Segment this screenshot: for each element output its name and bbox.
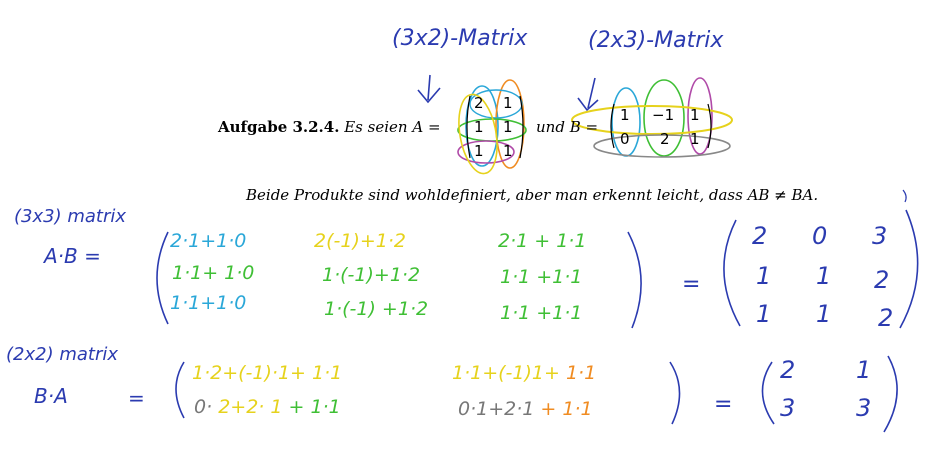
var-a: A (412, 118, 424, 136)
task-number: Aufgabe 3.2.4. (218, 118, 340, 136)
bracket-left (761, 361, 775, 425)
row-ellipse-green (457, 118, 527, 142)
ba-equals-result: = (714, 392, 733, 417)
bracket-left (156, 231, 169, 325)
label-2x2-matrix: (2x2) matrix (6, 344, 118, 365)
ab-entry: 2·1 + 1·1 (498, 230, 587, 252)
matrix-a-cell: 1 (474, 118, 484, 136)
ab-label: A·B = (44, 244, 101, 268)
equals-sign: = (585, 118, 599, 136)
task-line-b: und B = (536, 118, 598, 136)
ba-row-1-entry-2: 1·1+(-1)1+ 1·1 (452, 362, 596, 384)
ab-entry: 1·1+ 1·0 (172, 262, 255, 284)
ab-entry: 2·1+1·0 (170, 230, 247, 252)
matrix-b-cell: 2 (660, 130, 670, 148)
matrix-a-cell: 1 (503, 118, 513, 136)
and-word: und (536, 118, 565, 136)
matrix-b-cell: −1 (652, 106, 675, 124)
ab-result-cell: 1 (816, 262, 832, 290)
label-3x3-matrix: (3x3) matrix (14, 206, 126, 227)
statement-text: Beide Produkte sind wohldefiniert, aber … (246, 186, 819, 204)
bracket-left (175, 361, 185, 419)
matrix-b-cell: 1 (620, 106, 630, 124)
ba-term: 0· (194, 396, 213, 418)
ab-equals: = (682, 272, 701, 297)
bracket-right (899, 209, 919, 329)
matrix-b-cell: 1 (690, 130, 700, 148)
ab-entry: 1·1+1·0 (170, 292, 247, 314)
ab-entry: 1·(-1)+1·2 (322, 264, 421, 286)
matrix-b-cell: 1 (690, 106, 700, 124)
ba-term: + 1·1 (540, 398, 593, 420)
matrix-b-cell: 0 (620, 130, 630, 148)
ab-result-cell: 2 (878, 304, 894, 332)
ab-entry: 2(-1)+1·2 (314, 230, 406, 252)
ba-result-cell: 1 (856, 356, 872, 384)
bracket-right (669, 361, 681, 425)
stray-mark (902, 189, 907, 203)
ba-row-1-entry-1: 1·2+(-1)·1+ 1·1 (192, 362, 342, 384)
task-line: Aufgabe 3.2.4. Es seien A = (218, 118, 441, 136)
task-text: Es seien (344, 118, 408, 136)
arrow-down-icon (577, 77, 599, 112)
ab-entry: 1·1 +1·1 (500, 266, 583, 288)
ab-result-cell: 2 (752, 222, 768, 250)
matrix-a-cell: 1 (474, 142, 484, 160)
ba-row-2-entry-1: 0· 2+2· 1 + 1·1 (194, 396, 341, 418)
ab-entry: 1·1 +1·1 (500, 302, 583, 324)
label-2x3-matrix: (2x3)-Matrix (588, 28, 724, 53)
ba-row-2-entry-2: 0·1+2·1 + 1·1 (458, 398, 593, 420)
ba-term: 2+2· (218, 396, 265, 418)
ab-result-cell: 1 (756, 300, 772, 328)
bracket-right (883, 355, 898, 433)
ba-term: 1·2+(-1)·1+ (192, 362, 306, 384)
ab-result-cell: 1 (756, 262, 772, 290)
ab-result-cell: 2 (874, 266, 890, 294)
ab-result-cell: 3 (872, 222, 888, 250)
label-3x2-matrix: (3x2)-Matrix (392, 26, 528, 51)
ba-label: B·A (34, 384, 68, 408)
ba-term: + 1·1 (288, 396, 341, 418)
matrix-a-cell: 2 (474, 94, 484, 112)
ba-term: 1·1 (312, 362, 343, 384)
matrix-a-cell: 1 (503, 142, 513, 160)
ba-term: 0·1+2·1 (458, 398, 535, 420)
ba-result-cell: 2 (780, 356, 796, 384)
ba-result-cell: 3 (856, 394, 872, 422)
var-b: B (569, 118, 581, 136)
ba-term: 1 (270, 396, 283, 418)
ba-term: 1·1+(-1)1+ (452, 362, 560, 384)
ab-entry: 1·(-1) +1·2 (324, 298, 429, 320)
ba-term: 1·1 (565, 362, 597, 384)
matrix-a-cell: 1 (503, 94, 513, 112)
bracket-left (723, 219, 741, 327)
ab-result-cell: 1 (816, 300, 832, 328)
equals-sign: = (427, 118, 441, 136)
arrow-down-icon (417, 74, 441, 104)
ab-result-cell: 0 (812, 222, 828, 250)
ba-equals: = (128, 386, 145, 410)
ba-result-cell: 3 (780, 394, 796, 422)
bracket-right (627, 231, 642, 329)
